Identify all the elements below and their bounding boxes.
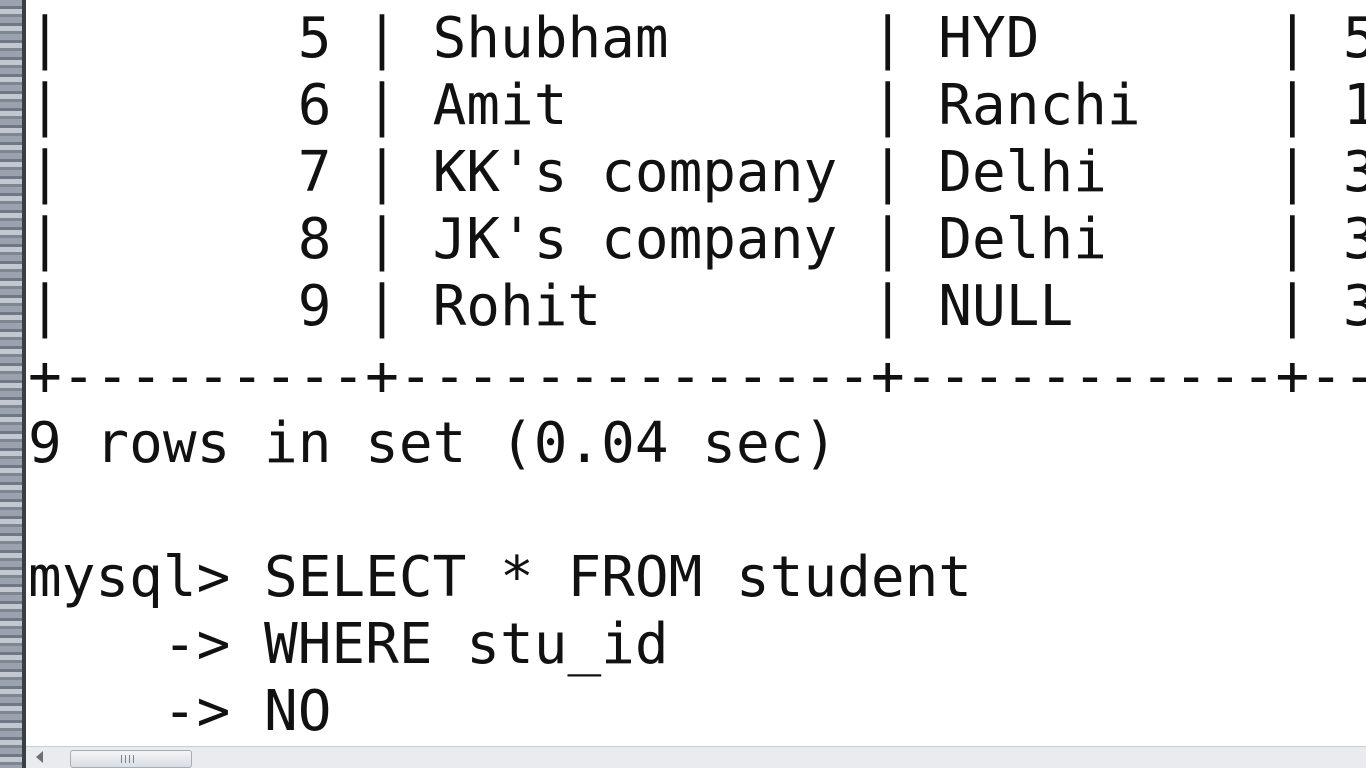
terminal-window: | 5 | Shubham | HYD | 542367 | 6 | Amit …: [0, 0, 1366, 768]
table-row: | 6 | Amit | Ranchi | 123456: [28, 73, 1366, 138]
result-status-text: 9 rows in set (0.04 sec): [28, 411, 838, 476]
query-input-line[interactable]: -> NO: [28, 679, 332, 745]
table-row: | 5 | Shubham | HYD | 542367: [28, 6, 1366, 71]
terminal-output[interactable]: | 5 | Shubham | HYD | 542367 | 6 | Amit …: [26, 0, 1366, 746]
query-line: mysql> SELECT * FROM student: [28, 545, 973, 610]
window-left-border: [0, 0, 24, 768]
scrollbar-thumb[interactable]: [70, 750, 192, 768]
grip-icon: [121, 755, 135, 763]
table-separator: +---------+--------------+-----------+--…: [28, 344, 1366, 409]
scroll-left-arrow-icon[interactable]: [36, 751, 43, 763]
table-row: | 8 | JK's company | Delhi | 345345: [28, 207, 1366, 272]
table-row: | 7 | KK's company | Delhi | 345345: [28, 140, 1366, 205]
horizontal-scrollbar[interactable]: [26, 746, 1366, 768]
query-continuation-line: -> WHERE stu_id: [28, 612, 669, 677]
table-row: | 9 | Rohit | NULL | 345787: [28, 274, 1366, 339]
